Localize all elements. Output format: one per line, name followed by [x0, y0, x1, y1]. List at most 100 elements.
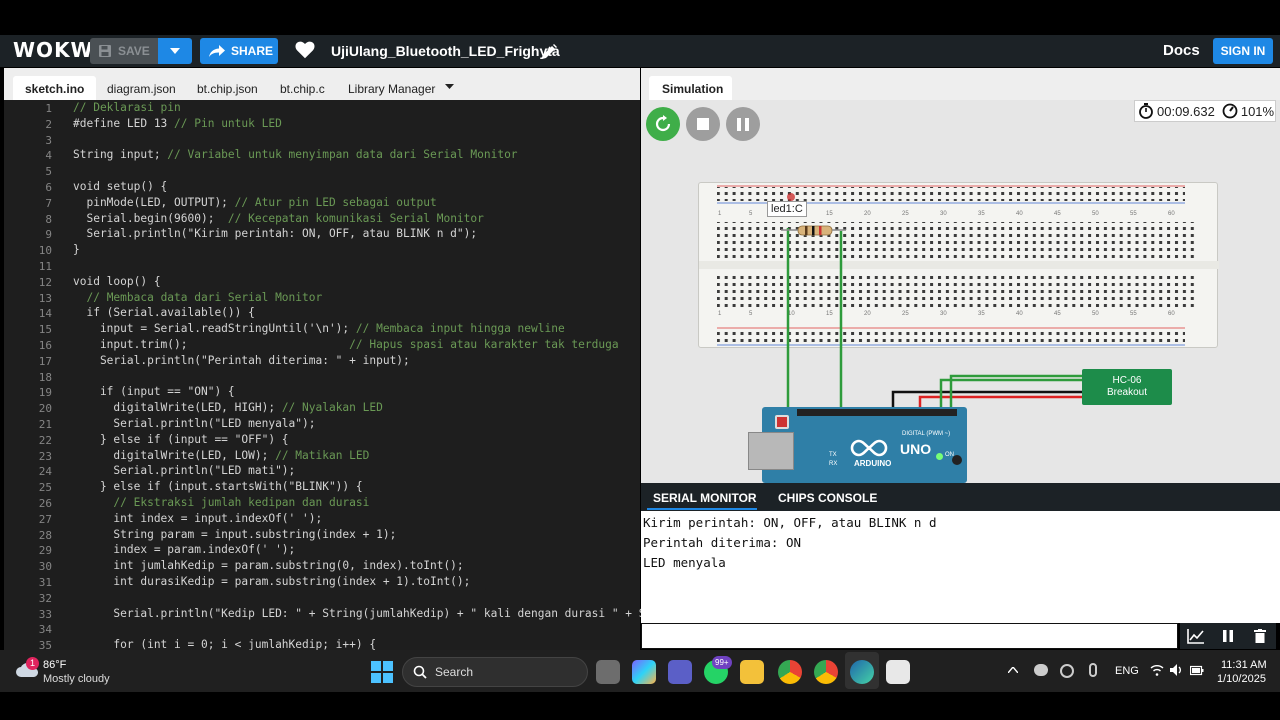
code-line[interactable]: } else if (input.startsWith("BLINK")) { — [73, 480, 363, 493]
board-model: UNO — [900, 441, 932, 457]
code-line[interactable]: index = param.indexOf(' '); — [73, 543, 295, 556]
onedrive-icon[interactable] — [1034, 664, 1048, 676]
line-number: 23 — [38, 449, 52, 463]
line-number: 27 — [38, 512, 52, 526]
tab-library-manager[interactable]: Library Manager — [336, 76, 447, 100]
save-label: SAVE — [118, 44, 150, 58]
battery-icon[interactable] — [1190, 664, 1204, 676]
code-line[interactable]: Serial.println("LED mati"); — [73, 464, 295, 477]
wifi-icon[interactable] — [1150, 664, 1164, 676]
code-line[interactable]: } else if (input == "OFF") { — [73, 433, 289, 446]
line-number: 5 — [45, 165, 52, 179]
line-number: 33 — [38, 607, 52, 621]
tab-bt-chip-c[interactable]: bt.chip.c — [268, 76, 337, 100]
code-line[interactable]: Serial.println("LED menyala"); — [73, 417, 315, 430]
save-dropdown-button[interactable] — [158, 38, 192, 64]
code-line[interactable]: Serial.println("Kedip LED: " + String(ju… — [73, 607, 665, 620]
code-line[interactable]: int index = input.indexOf(' '); — [73, 512, 322, 525]
code-line[interactable]: #define LED 13 // Pin untuk LED — [73, 117, 282, 130]
chevron-down-icon — [170, 48, 180, 54]
docs-link[interactable]: Docs — [1163, 42, 1200, 59]
code-line[interactable]: pinMode(LED, OUTPUT); // Atur pin LED se… — [73, 196, 436, 209]
pause-serial-button[interactable] — [1212, 623, 1244, 649]
tab-sketch-ino[interactable]: sketch.ino — [13, 76, 97, 100]
copilot-icon[interactable] — [632, 660, 656, 684]
code-line[interactable]: input.trim(); // Hapus spasi atau karakt… — [73, 338, 619, 351]
weather-temp[interactable]: 86°F — [43, 659, 66, 671]
teams-icon[interactable] — [668, 660, 692, 684]
letterbox-bottom — [0, 692, 1280, 720]
code-line[interactable]: String param = input.substring(index + 1… — [73, 528, 396, 541]
task-view-icon[interactable] — [596, 660, 620, 684]
code-line[interactable]: input = Serial.readStringUntil('\n'); //… — [73, 322, 565, 335]
code-line[interactable]: // Deklarasi pin — [73, 101, 181, 114]
code-line[interactable]: if (Serial.available()) { — [73, 306, 254, 319]
line-number: 31 — [38, 576, 52, 589]
serial-line: Kirim perintah: ON, OFF, atau BLINK n d — [643, 515, 937, 530]
code-line[interactable]: digitalWrite(LED, LOW); // Matikan LED — [73, 449, 369, 462]
line-number: 28 — [38, 528, 52, 542]
line-number: 14 — [38, 307, 52, 321]
line-number: 20 — [38, 402, 52, 416]
code-line[interactable]: // Ekstraksi jumlah kedipan dan durasi — [73, 496, 369, 509]
line-number: 24 — [38, 465, 52, 479]
weather-badge: 1 — [26, 657, 39, 670]
share-button[interactable]: SHARE — [200, 38, 278, 64]
mounting-hole — [952, 455, 962, 465]
tabs-menu-caret-icon[interactable] — [445, 84, 454, 89]
code-line[interactable]: if (input == "ON") { — [73, 385, 235, 398]
chevron-up-icon[interactable] — [1008, 667, 1018, 673]
save-button[interactable]: SAVE — [90, 38, 158, 64]
code-line[interactable]: Serial.println("Kirim perintah: ON, OFF,… — [73, 227, 477, 240]
taskbar-search[interactable]: Search — [402, 657, 588, 687]
language-indicator[interactable]: ENG — [1115, 665, 1139, 677]
code-line[interactable]: int durasiKedip = param.substring(index … — [73, 575, 470, 588]
clock-date[interactable]: 1/10/2025 — [1217, 673, 1266, 685]
code-line[interactable]: void loop() { — [73, 275, 161, 288]
sync-icon[interactable] — [1060, 664, 1074, 678]
project-name[interactable]: UjiUlang_Bluetooth_LED_Frighyta — [331, 43, 560, 59]
code-line[interactable]: String input; // Variabel untuk menyimpa… — [73, 148, 518, 161]
chrome-icon[interactable] — [778, 660, 802, 684]
reset-button[interactable] — [775, 415, 789, 429]
whatsapp-badge: 99+ — [712, 656, 732, 669]
tab-serial-monitor[interactable]: SERIAL MONITOR — [653, 491, 757, 505]
share-label: SHARE — [231, 44, 274, 58]
code-line[interactable]: } — [73, 243, 80, 256]
line-number: 9 — [45, 228, 52, 242]
windows-start-icon[interactable] — [371, 661, 393, 683]
share-icon — [209, 45, 225, 57]
wokwi-logo[interactable]: WOKWi — [13, 38, 101, 62]
code-line[interactable]: Serial.begin(9600); // Kecepatan komunik… — [73, 212, 483, 225]
clock-time[interactable]: 11:31 AM — [1221, 659, 1267, 671]
code-line[interactable]: Serial.println("Perintah diterima: " + i… — [73, 354, 410, 367]
tab-simulation[interactable]: Simulation — [649, 76, 732, 100]
code-line[interactable]: // Membaca data dari Serial Monitor — [73, 291, 322, 304]
sign-in-button[interactable]: SIGN IN — [1213, 38, 1273, 64]
line-number: 29 — [38, 544, 52, 558]
code-line[interactable]: int jumlahKedip = param.substring(0, ind… — [73, 559, 463, 572]
plotter-button[interactable] — [1180, 623, 1212, 649]
snipping-tool-icon[interactable] — [886, 660, 910, 684]
line-number: 6 — [45, 181, 52, 194]
code-line[interactable]: digitalWrite(LED, HIGH); // Nyalakan LED — [73, 401, 382, 414]
code-line[interactable]: void setup() { — [73, 180, 167, 193]
search-icon — [413, 665, 427, 679]
volume-icon[interactable] — [1170, 664, 1184, 676]
app-header — [0, 35, 1280, 67]
chrome-profile-icon[interactable] — [814, 660, 838, 684]
weather-desc[interactable]: Mostly cloudy — [43, 673, 110, 685]
serial-input[interactable] — [641, 623, 1178, 649]
simulation-tab-bar — [641, 68, 1280, 100]
heart-icon[interactable] — [294, 39, 316, 61]
clear-serial-button[interactable] — [1244, 623, 1276, 649]
microphone-icon[interactable] — [1089, 663, 1097, 677]
chart-line-icon — [1187, 629, 1204, 644]
tab-bt-chip-json[interactable]: bt.chip.json — [185, 76, 270, 100]
file-explorer-icon[interactable] — [740, 660, 764, 684]
tab-diagram-json[interactable]: diagram.json — [95, 76, 188, 100]
line-number: 12 — [38, 275, 52, 289]
tab-chips-console[interactable]: CHIPS CONSOLE — [778, 491, 877, 505]
hc06-breakout-module[interactable]: HC-06 Breakout — [1082, 369, 1172, 405]
pencil-icon[interactable] — [540, 43, 558, 61]
